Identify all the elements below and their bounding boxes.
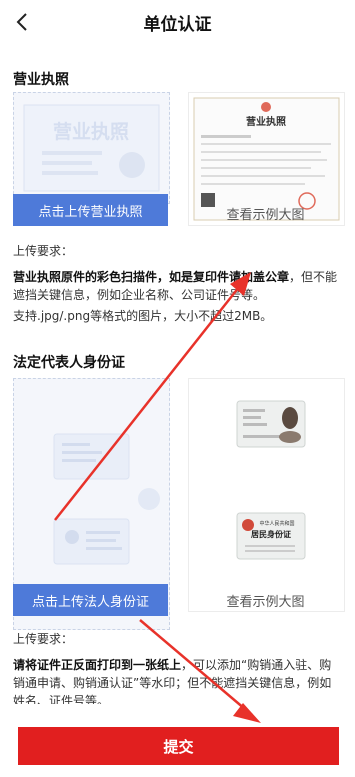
- view-license-sample-link[interactable]: 查看示例大图: [188, 202, 343, 224]
- idcard-sample-back-line1: 中华人民共和国: [259, 520, 294, 527]
- idcard-sample-image[interactable]: 中华人民共和国 居民身份证: [188, 378, 345, 612]
- license-upload-area[interactable]: 营业执照: [13, 92, 170, 204]
- submit-button[interactable]: 提交: [18, 727, 339, 765]
- chevron-left-icon: [16, 13, 27, 31]
- idcard-sample-back-line2: 居民身份证: [251, 529, 291, 539]
- license-format-note: 支持.jpg/.png等格式的图片，大小不超过2MB。: [13, 309, 273, 323]
- idcard-requirement-title: 上传要求：: [13, 632, 74, 646]
- back-button[interactable]: [10, 10, 34, 34]
- license-sample-title: 营业执照: [246, 115, 286, 128]
- idcard-sample-cards: 中华人民共和国 居民身份证: [236, 400, 306, 560]
- license-requirement-title: 上传要求：: [13, 244, 74, 258]
- license-placeholder-text: 营业执照: [53, 120, 129, 143]
- top-bar: 单位认证: [0, 0, 355, 44]
- license-section-title: 营业执照: [13, 72, 69, 88]
- license-requirement-text: 营业执照原件的彩色扫描件，如是复印件请加盖公章，但不能遮挡关键信息，例如企业名称…: [13, 268, 343, 304]
- page-title: 单位认证: [143, 14, 212, 35]
- upload-license-button[interactable]: 点击上传营业执照: [13, 194, 168, 226]
- idcard-requirement-text: 请将证件正反面打印到一张纸上，可以添加“购销通入驻、购销通申请、购销通认证”等水…: [13, 656, 343, 704]
- upload-idcard-button[interactable]: 点击上传法人身份证: [13, 584, 168, 616]
- form-content: 营业执照 营业执照 点击上传营业执照 营业执照 查看示例大图 上传要求： 营业执…: [0, 44, 355, 704]
- idcard-section-title: 法定代表人身份证: [13, 355, 125, 371]
- license-req-bold: 营业执照原件的彩色扫描件，如是复印件请加盖公章: [13, 270, 290, 284]
- idcard-req-bold: 请将证件正反面打印到一张纸上: [13, 658, 182, 672]
- license-placeholder-illustration: 营业执照: [23, 104, 160, 192]
- view-idcard-sample-link[interactable]: 查看示例大图: [188, 590, 343, 610]
